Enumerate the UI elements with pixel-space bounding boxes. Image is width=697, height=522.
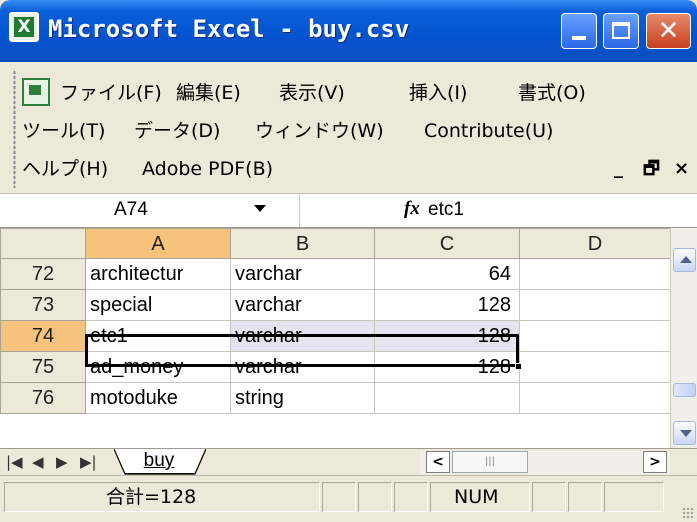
- doc-restore-button[interactable]: 🗗: [643, 157, 660, 181]
- cell[interactable]: 64: [374, 258, 520, 290]
- cell[interactable]: ad_money: [85, 351, 231, 383]
- column-header-d[interactable]: D: [519, 228, 671, 259]
- menu-format[interactable]: 書式(O): [518, 80, 586, 106]
- select-all-button[interactable]: [0, 228, 86, 259]
- chevron-down-icon[interactable]: [254, 205, 266, 212]
- row-header[interactable]: 72: [0, 258, 86, 290]
- excel-icon[interactable]: X: [9, 12, 39, 42]
- workbook-icon[interactable]: [22, 78, 50, 106]
- scroll-left-button[interactable]: <: [426, 451, 450, 473]
- row-header[interactable]: 73: [0, 289, 86, 321]
- maximize-button[interactable]: [603, 13, 639, 49]
- close-icon: ✕: [657, 16, 680, 46]
- menu-insert[interactable]: 挿入(I): [409, 80, 467, 106]
- status-panel: [358, 482, 392, 512]
- row-header[interactable]: 75: [0, 351, 86, 383]
- scroll-down-button[interactable]: [673, 421, 696, 445]
- chevron-up-icon: [680, 256, 692, 263]
- menu-adobe-pdf[interactable]: Adobe PDF(B): [142, 156, 273, 182]
- minimize-button[interactable]: [561, 13, 597, 49]
- table-row: 75 ad_money varchar 128: [0, 351, 671, 383]
- menu-help[interactable]: ヘルプ(H): [22, 156, 108, 182]
- cell-grid[interactable]: A B C D 72 architectur varchar 64 73 spe…: [0, 228, 671, 414]
- minimize-icon: [572, 36, 586, 40]
- sheet-tabs-bar: |◀ ◀ ▶ ▶| buy < ||| >: [0, 448, 697, 475]
- next-sheet-button[interactable]: ▶: [56, 452, 68, 472]
- cell[interactable]: [519, 382, 671, 414]
- horizontal-scroll-thumb[interactable]: |||: [452, 451, 528, 473]
- cell[interactable]: [519, 258, 671, 290]
- close-button[interactable]: ✕: [646, 13, 691, 49]
- toolbar-grip[interactable]: [13, 70, 16, 188]
- row-header[interactable]: 76: [0, 382, 86, 414]
- formula-bar: A74 fx etc1: [0, 193, 697, 227]
- table-row-selected: 74 etc1 varchar 128: [0, 320, 671, 352]
- sheet-tab-buy[interactable]: buy: [114, 449, 204, 474]
- first-sheet-button[interactable]: |◀: [6, 452, 23, 472]
- status-sum: 合計=128: [106, 486, 197, 508]
- column-header-a[interactable]: A: [85, 228, 231, 259]
- menu-file[interactable]: ファイル(F): [60, 80, 162, 106]
- cell[interactable]: motoduke: [85, 382, 231, 414]
- vertical-scroll-thumb[interactable]: [673, 383, 696, 397]
- doc-minimize-button[interactable]: _: [614, 157, 623, 181]
- row-header-selected[interactable]: 74: [0, 320, 86, 352]
- menu-data[interactable]: データ(D): [134, 118, 220, 144]
- cell[interactable]: 128: [374, 320, 520, 352]
- table-row: 76 motoduke string: [0, 382, 671, 414]
- cell[interactable]: varchar: [230, 289, 375, 321]
- status-panel: [394, 482, 428, 512]
- column-header-c[interactable]: C: [374, 228, 520, 259]
- cell[interactable]: string: [230, 382, 375, 414]
- maximize-icon: [612, 22, 630, 39]
- resize-grip-icon[interactable]: [682, 507, 694, 519]
- cell[interactable]: [519, 320, 671, 352]
- menu-edit[interactable]: 編集(E): [176, 80, 241, 106]
- horizontal-scrollbar[interactable]: < ||| >: [420, 451, 670, 474]
- worksheet[interactable]: A B C D 72 architectur varchar 64 73 spe…: [0, 227, 697, 448]
- table-row: 72 architectur varchar 64: [0, 258, 671, 290]
- cell[interactable]: varchar: [230, 351, 375, 383]
- vertical-scrollbar[interactable]: [670, 228, 697, 448]
- status-panel: [532, 482, 566, 512]
- last-sheet-button[interactable]: ▶|: [80, 452, 97, 472]
- formula-input[interactable]: etc1: [428, 198, 464, 222]
- cell[interactable]: [519, 351, 671, 383]
- active-cell[interactable]: etc1: [85, 320, 231, 352]
- menu-bar: ファイル(F) 編集(E) 表示(V) 挿入(I) 書式(O) ツール(T) デ…: [0, 62, 697, 193]
- cell[interactable]: varchar: [230, 258, 375, 290]
- name-box-value[interactable]: A74: [114, 198, 148, 222]
- sheet-tab-label: buy: [143, 450, 175, 471]
- chevron-down-icon: [680, 430, 692, 437]
- table-row: 73 special varchar 128: [0, 289, 671, 321]
- cell[interactable]: [374, 382, 520, 414]
- menu-window[interactable]: ウィンドウ(W): [255, 118, 384, 144]
- prev-sheet-button[interactable]: ◀: [32, 452, 44, 472]
- status-panel: [568, 482, 602, 512]
- cell[interactable]: architectur: [85, 258, 231, 290]
- title-bar[interactable]: X Microsoft Excel - buy.csv ✕: [0, 0, 697, 62]
- cell[interactable]: 128: [374, 289, 520, 321]
- cell[interactable]: varchar: [230, 320, 375, 352]
- scroll-right-button[interactable]: >: [643, 451, 667, 473]
- status-panel: [322, 482, 356, 512]
- menu-view[interactable]: 表示(V): [279, 80, 345, 106]
- menu-contribute[interactable]: Contribute(U): [424, 118, 553, 144]
- window-title: Microsoft Excel - buy.csv: [48, 15, 410, 43]
- cell[interactable]: 128: [374, 351, 520, 383]
- status-bar: 合計=128 NUM: [0, 475, 697, 522]
- menu-tools[interactable]: ツール(T): [22, 118, 105, 144]
- name-box[interactable]: A74: [0, 194, 300, 227]
- cell[interactable]: [519, 289, 671, 321]
- scroll-up-button[interactable]: [673, 248, 696, 272]
- status-num-lock: NUM: [454, 486, 499, 508]
- cell[interactable]: special: [85, 289, 231, 321]
- fx-icon[interactable]: fx: [404, 196, 420, 222]
- status-panel: [604, 482, 664, 512]
- column-header-b[interactable]: B: [230, 228, 375, 259]
- doc-close-button[interactable]: ×: [674, 157, 689, 181]
